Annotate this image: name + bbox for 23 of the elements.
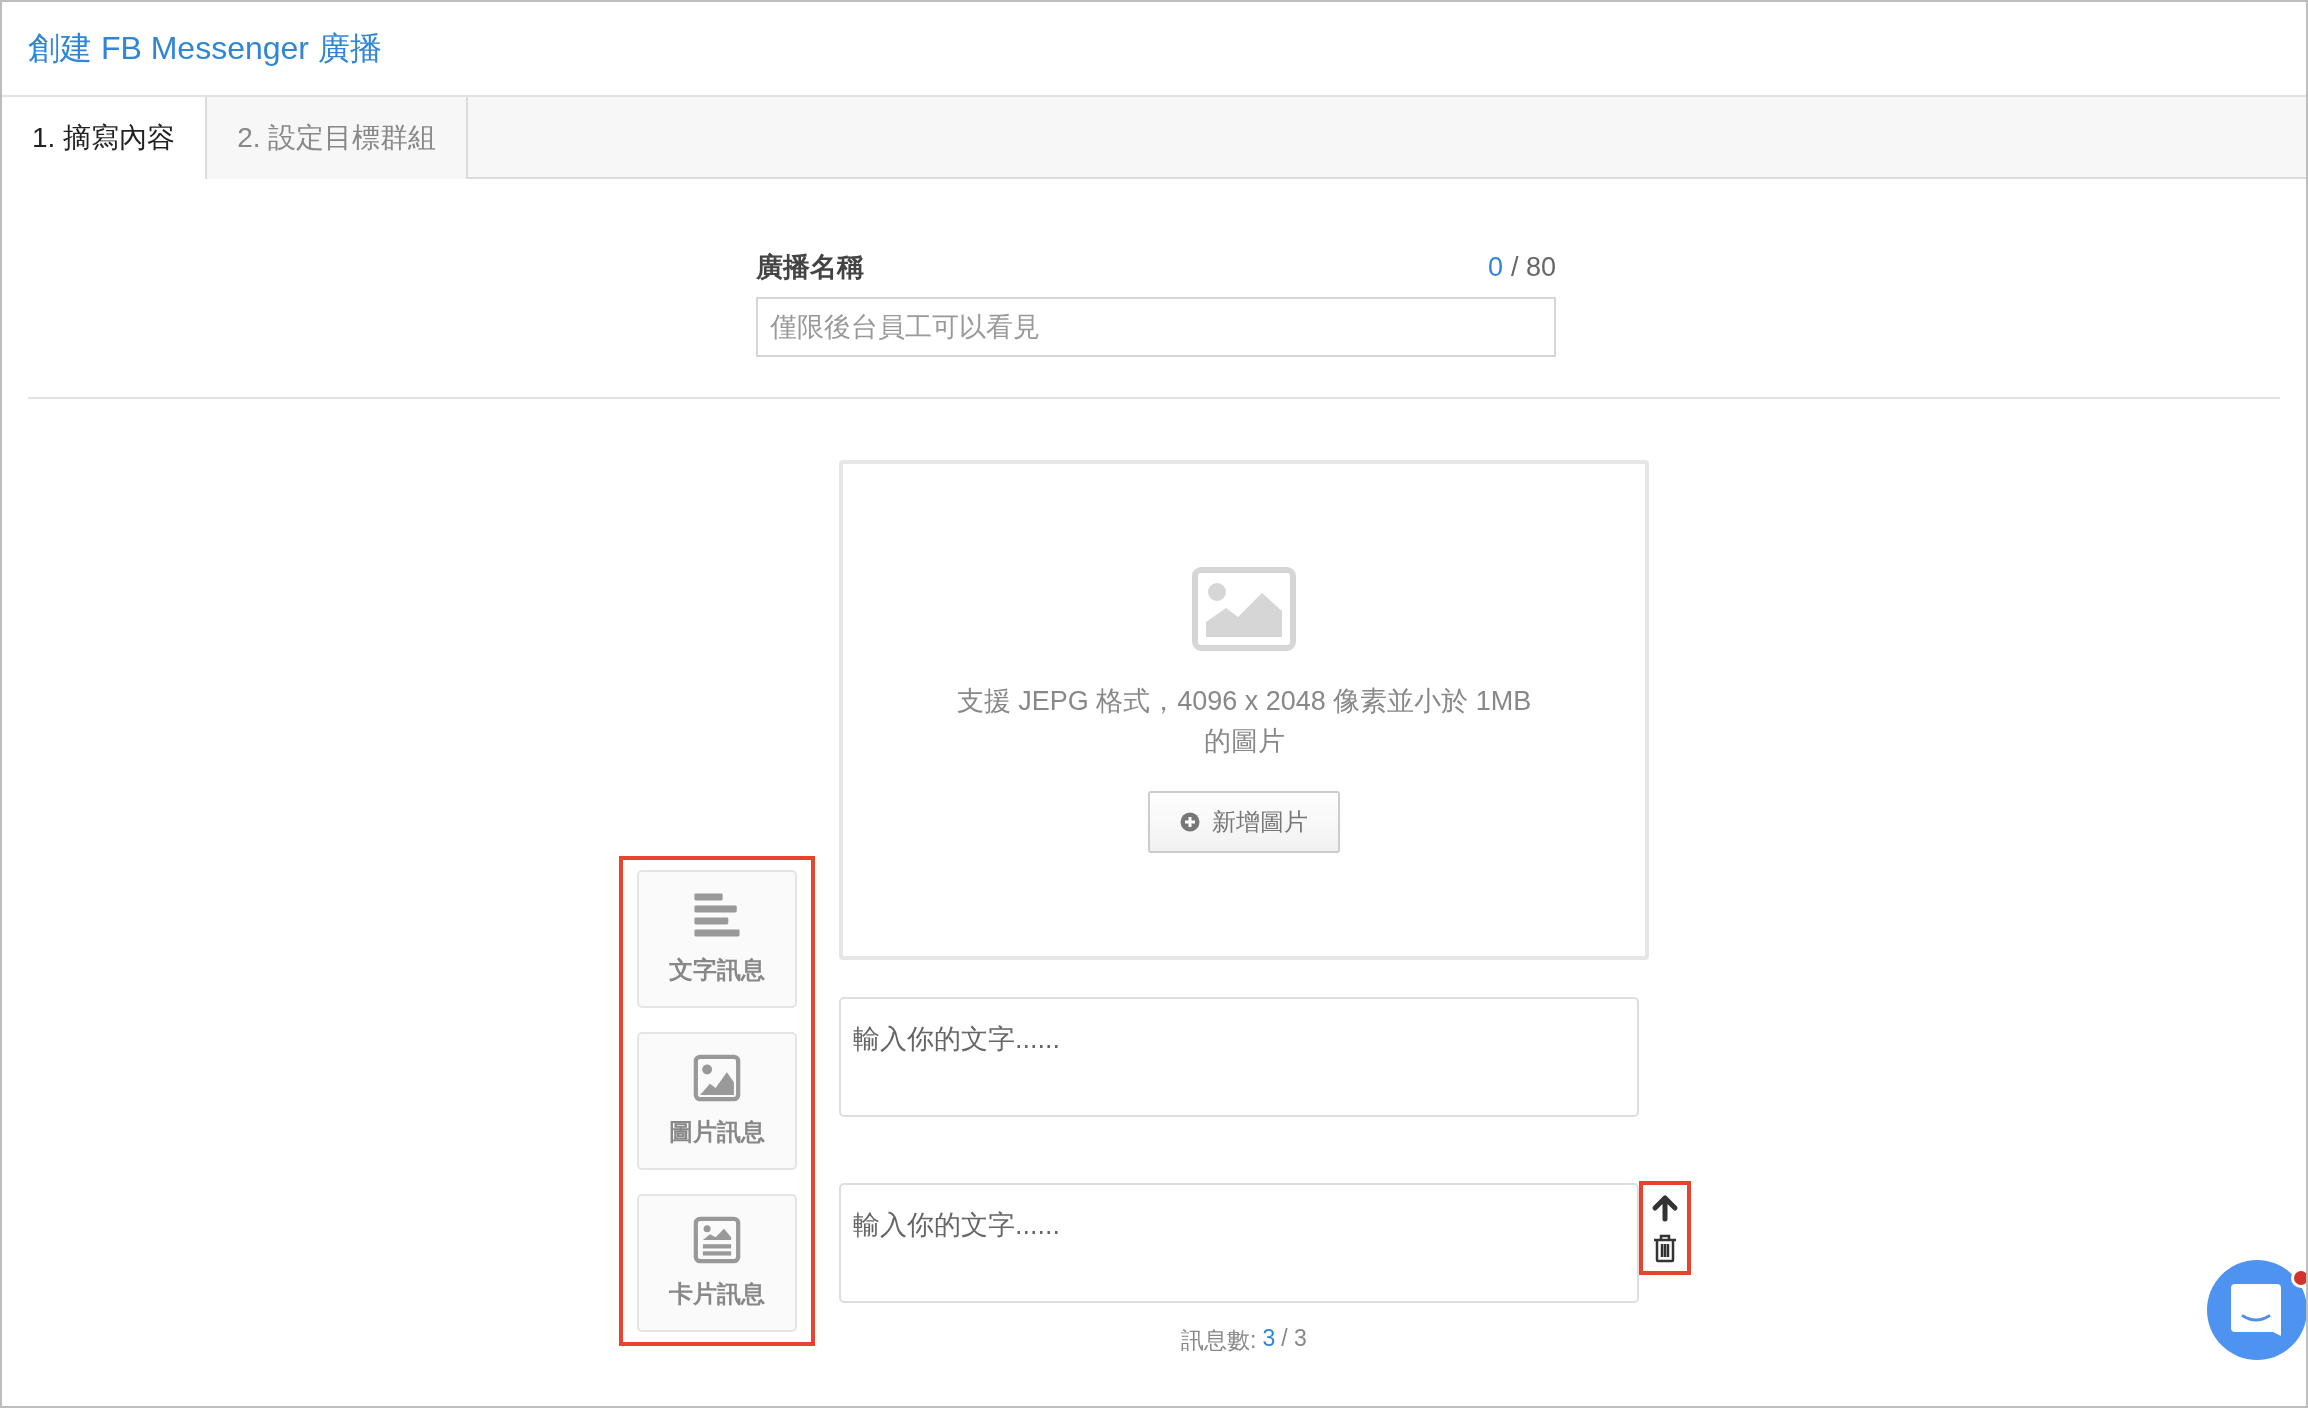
- page-title: 創建 FB Messenger 廣播: [28, 28, 382, 68]
- image-icon: [693, 1054, 741, 1102]
- field-label: 廣播名稱: [756, 251, 864, 284]
- plus-circle-icon: [1180, 812, 1200, 832]
- message-count-total: / 3: [1281, 1325, 1307, 1353]
- arrow-up-icon[interactable]: [1650, 1193, 1680, 1223]
- step-tab[interactable]: 2. 設定目標群組: [207, 97, 469, 179]
- message-type-button[interactable]: 文字訊息: [637, 870, 797, 1008]
- char-limit: / 80: [1510, 252, 1556, 283]
- message-type-button[interactable]: 圖片訊息: [637, 1032, 797, 1170]
- message-type-button[interactable]: 卡片訊息: [637, 1194, 797, 1332]
- step-tab[interactable]: 1. 摘寫內容: [2, 97, 208, 179]
- image-placeholder-icon: [1192, 567, 1296, 651]
- trash-icon[interactable]: [1652, 1233, 1678, 1263]
- message-text-field[interactable]: 輸入你的文字......: [839, 1183, 1639, 1303]
- message-text-field[interactable]: 輸入你的文字......: [839, 997, 1639, 1117]
- message-count-current: 3: [1262, 1325, 1276, 1353]
- add-image-button[interactable]: 新增圖片: [1148, 791, 1340, 853]
- card-icon: [693, 1216, 741, 1264]
- char-count: 0: [1487, 252, 1503, 283]
- name-input-field[interactable]: 僅限後台員工可以看見: [756, 297, 1556, 357]
- message-count-label: 訊息數:: [1181, 1326, 1257, 1355]
- upload-hint: 支援 JEPG 格式，4096 x 2048 像素並小於 1MB 的圖片: [955, 685, 1533, 758]
